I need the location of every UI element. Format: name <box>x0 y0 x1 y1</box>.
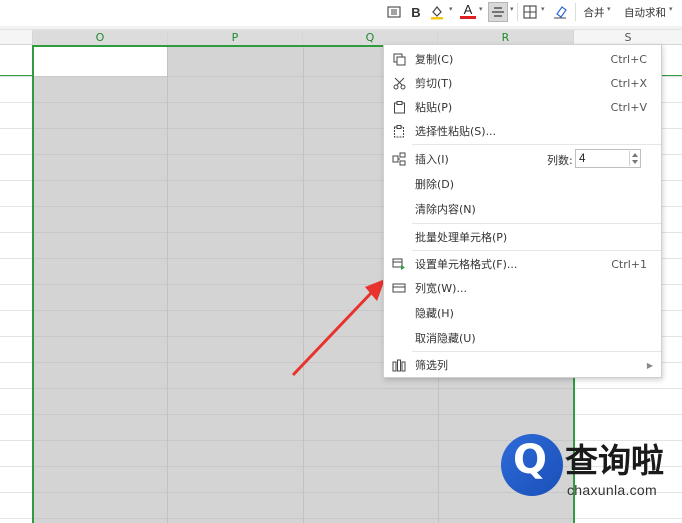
column-header-s[interactable]: S <box>574 30 682 45</box>
menu-item-batch-process[interactable]: 批量处理单元格(P) <box>384 226 661 248</box>
font-color-dropdown-icon[interactable]: ▾ <box>479 5 483 13</box>
merge-button[interactable]: 合并 <box>582 2 606 22</box>
menu-item-format-cells[interactable]: 设置单元格格式(F)... Ctrl+1 <box>384 253 661 275</box>
menu-item-shortcut: Ctrl+V <box>610 100 647 114</box>
menu-item-label: 粘贴(P) <box>415 101 453 114</box>
watermark-brand: 查询啦 <box>565 441 664 480</box>
clipboard-icon <box>392 100 406 114</box>
menu-separator <box>412 223 661 224</box>
menu-item-paste[interactable]: 粘贴(P) Ctrl+V <box>384 96 661 118</box>
menu-item-paste-special[interactable]: 选择性粘贴(S)... <box>384 120 661 142</box>
paint-bucket-icon <box>431 6 443 20</box>
menu-item-label: 筛选列 <box>415 359 448 372</box>
fill-color-button[interactable] <box>428 2 446 22</box>
menu-item-column-width[interactable]: 列宽(W)... <box>384 277 661 299</box>
copy-icon <box>392 52 406 66</box>
context-menu: 复制(C) Ctrl+C 剪切(T) Ctrl+X 粘贴(P) Ctrl+V 选… <box>383 44 662 378</box>
menu-item-copy[interactable]: 复制(C) Ctrl+C <box>384 48 661 70</box>
menu-item-label: 取消隐藏(U) <box>415 332 476 345</box>
insert-count-label: 列数: <box>547 154 573 167</box>
bold-button[interactable]: B <box>408 2 424 22</box>
merge-dropdown-icon[interactable]: ▾ <box>607 5 611 13</box>
autosum-button[interactable]: 自动求和 <box>622 2 668 22</box>
menu-item-label: 复制(C) <box>415 53 454 66</box>
align-center-icon <box>492 7 504 17</box>
row-highlight-line <box>0 75 32 76</box>
paste-special-icon <box>392 124 406 138</box>
stepper-up-icon[interactable] <box>632 153 638 157</box>
menu-separator <box>412 250 661 251</box>
watermark: Q 查询啦 chaxunla.com <box>495 430 682 523</box>
column-header-r[interactable]: R <box>438 30 574 45</box>
menu-item-cut[interactable]: 剪切(T) Ctrl+X <box>384 72 661 94</box>
borders-icon <box>523 5 537 19</box>
menu-item-shortcut: Ctrl+X <box>610 76 647 90</box>
menu-item-label: 删除(D) <box>415 178 455 191</box>
format-cells-icon <box>392 257 406 271</box>
font-color-button[interactable]: A <box>460 2 476 19</box>
watermark-url: chaxunla.com <box>567 482 657 498</box>
table-style-icon <box>387 6 401 18</box>
align-center-button[interactable] <box>488 2 508 22</box>
insert-column-icon <box>392 152 406 166</box>
fill-color-dropdown-icon[interactable]: ▾ <box>449 5 453 13</box>
corner-cell[interactable] <box>0 30 33 45</box>
align-dropdown-icon[interactable]: ▾ <box>510 5 514 13</box>
menu-item-label: 列宽(W)... <box>415 282 467 295</box>
red-arrow-annotation <box>291 279 385 377</box>
menu-item-shortcut: Ctrl+C <box>610 52 647 66</box>
borders-dropdown-icon[interactable]: ▾ <box>541 5 545 13</box>
menu-item-hide[interactable]: 隐藏(H) <box>384 302 661 324</box>
menu-item-unhide[interactable]: 取消隐藏(U) <box>384 327 661 349</box>
toolbar-divider <box>575 3 576 21</box>
eraser-icon <box>554 6 567 19</box>
clear-format-button[interactable] <box>550 2 570 22</box>
menu-item-shortcut: Ctrl+1 <box>611 257 647 271</box>
toolbar-divider <box>517 3 518 21</box>
column-header-row: O P Q R S <box>0 30 682 45</box>
menu-item-label: 批量处理单元格(P) <box>415 231 508 244</box>
autosum-dropdown-icon[interactable]: ▾ <box>669 5 673 13</box>
filter-columns-icon <box>392 358 406 372</box>
column-header-o[interactable]: O <box>33 30 168 45</box>
menu-separator <box>412 351 661 352</box>
scissors-icon <box>392 76 406 90</box>
menu-item-filter-columns[interactable]: 筛选列 ▶ <box>384 354 661 376</box>
menu-item-label: 隐藏(H) <box>415 307 454 320</box>
menu-item-label: 选择性粘贴(S)... <box>415 125 497 138</box>
menu-item-delete[interactable]: 删除(D) <box>384 173 661 195</box>
menu-separator <box>412 144 661 145</box>
menu-item-label: 插入(I) <box>415 153 449 166</box>
submenu-arrow-icon: ▶ <box>646 360 653 370</box>
watermark-logo: Q <box>501 434 563 496</box>
toolbar: B ▾ A ▾ ▾ ▾ 合并 ▾ 自动求和 ▾ <box>0 0 682 26</box>
table-style-button[interactable] <box>384 2 404 22</box>
column-width-icon <box>392 281 406 295</box>
menu-item-label: 剪切(T) <box>415 77 453 90</box>
insert-count-stepper[interactable] <box>629 151 640 166</box>
borders-button[interactable] <box>521 2 539 22</box>
menu-item-clear-contents[interactable]: 清除内容(N) <box>384 198 661 220</box>
column-header-q[interactable]: Q <box>303 30 438 45</box>
menu-item-insert[interactable]: 插入(I) 列数: <box>384 148 661 170</box>
column-header-p[interactable]: P <box>168 30 303 45</box>
menu-item-label: 清除内容(N) <box>415 203 476 216</box>
menu-item-label: 设置单元格格式(F)... <box>415 258 518 271</box>
stepper-down-icon[interactable] <box>632 160 638 164</box>
watermark-logo-letter: Q <box>513 437 548 483</box>
